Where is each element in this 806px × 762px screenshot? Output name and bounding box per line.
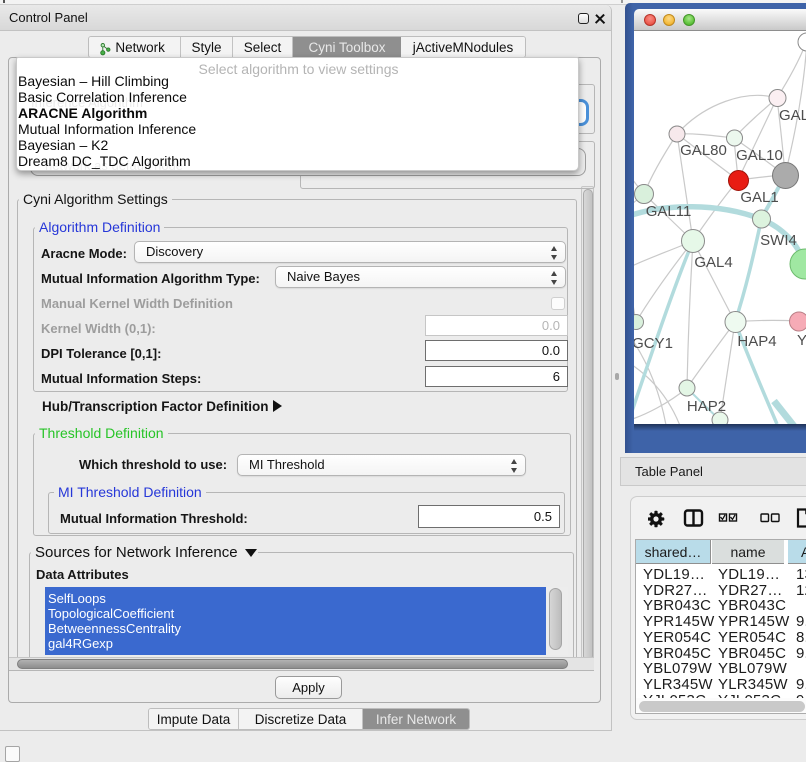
svg-text:GAL4: GAL4 bbox=[694, 254, 732, 271]
svg-text:HAP2: HAP2 bbox=[687, 398, 726, 415]
svg-text:GCY1: GCY1 bbox=[634, 335, 673, 352]
svg-text:GAL2: GAL2 bbox=[779, 107, 806, 124]
svg-text:GAL10: GAL10 bbox=[736, 147, 783, 164]
svg-text:GAL80: GAL80 bbox=[680, 142, 727, 159]
svg-text:SWI4: SWI4 bbox=[760, 232, 797, 249]
svg-text:GAL11: GAL11 bbox=[646, 203, 692, 220]
svg-text:Y: Y bbox=[797, 332, 806, 349]
svg-text:HAP4: HAP4 bbox=[737, 333, 776, 350]
svg-text:GAL1: GAL1 bbox=[740, 189, 778, 206]
